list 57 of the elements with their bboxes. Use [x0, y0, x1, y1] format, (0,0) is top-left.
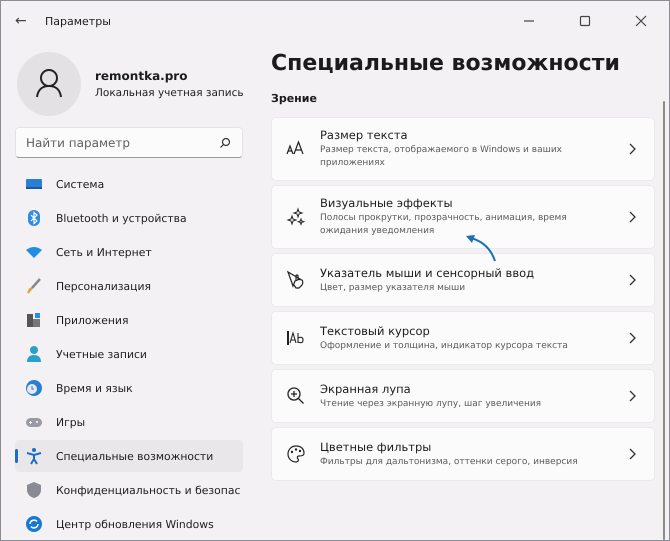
- sidebar-item[interactable]: Центр обновления Windows: [15, 508, 243, 540]
- chevron-icon: [628, 448, 636, 460]
- card-title: Цветные фильтры: [320, 440, 432, 454]
- card-title: Текстовый курсор: [320, 324, 431, 338]
- sidebar-item[interactable]: Персонализация: [15, 270, 243, 302]
- search-field[interactable]: Найти параметр: [15, 127, 243, 158]
- settings-card[interactable]: Визуальные эффекты Полосы прокрутки, прозрачность, анимация, время ожидания уведомления: [271, 185, 655, 250]
- sidebar-item[interactable]: Время и язык: [15, 372, 243, 404]
- sidebar-item[interactable]: Система: [15, 168, 243, 200]
- settings-card[interactable]: Размер текста Размер текста, отображаемого в Windows и ваших приложениях: [271, 117, 655, 182]
- chevron-icon: [628, 390, 636, 402]
- card-description: Размер текста, отображаемого в Windows и ваших приложениях: [320, 144, 563, 170]
- card-title: Указатель мыши и сенсорный ввод: [320, 266, 536, 280]
- settings-card[interactable]: Указатель мыши и сенсорный ввод Цвет, размер указателя мыши: [271, 253, 655, 308]
- magnifier-icon: [286, 386, 306, 406]
- card-description: Полосы прокрутки, прозрачность, анимация, время ожидания уведомления: [320, 212, 568, 238]
- shield-icon: [25, 481, 43, 499]
- sidebar-item[interactable]: Специальные возможности: [15, 440, 243, 472]
- card-description: Оформление и толщина, индикатор курсора текста: [320, 340, 569, 353]
- profile-name: remontka.pro: [95, 69, 188, 83]
- chevron-icon: [628, 211, 636, 224]
- palette-icon: [286, 444, 306, 464]
- access-icon: [25, 447, 43, 465]
- sidebar-item[interactable]: Сеть и Интернет: [15, 236, 243, 268]
- card-title: Размер текста: [320, 128, 409, 142]
- section-heading: Зрение: [271, 92, 318, 105]
- card-description: Чтение через экранную лупу, шаг увеличения: [320, 398, 542, 411]
- settings-card[interactable]: Экранная лупа Чтение через экранную лупу, шаг увеличения: [271, 369, 655, 424]
- settings-card[interactable]: Текстовый курсор Оформление и толщина, индикатор курсора текста: [271, 311, 655, 366]
- card-title: Экранная лупа: [320, 382, 412, 396]
- card-description: Фильтры для дальтонизма, оттенки серого, инверсия: [320, 456, 579, 469]
- sidebar-item[interactable]: Учетные записи: [15, 338, 243, 370]
- chevron-icon: [628, 332, 636, 344]
- chevron-icon: [628, 274, 636, 286]
- apps-icon: [25, 311, 43, 329]
- person-icon: [25, 345, 43, 363]
- account-type: Локальная учетная запись: [95, 87, 244, 99]
- sidebar-item[interactable]: Bluetooth и устройства: [15, 202, 243, 234]
- pointer-icon: [286, 270, 306, 290]
- bluetooth-icon: [25, 209, 43, 227]
- settings-card[interactable]: Цветные фильтры Фильтры для дальтонизма, оттенки серого, инверсия: [271, 427, 655, 482]
- update-icon: [25, 515, 43, 533]
- window-title: Параметры: [45, 14, 111, 28]
- avatar-icon[interactable]: [17, 52, 81, 116]
- card-title: Визуальные эффекты: [320, 196, 454, 210]
- brush-icon: [25, 277, 43, 295]
- sidebar-item[interactable]: Приложения: [15, 304, 243, 336]
- chevron-icon: [628, 143, 636, 156]
- sidebar-item[interactable]: Конфиденциальность и безопас: [15, 474, 243, 506]
- sparkle-icon: [286, 207, 306, 228]
- page-title: Специальные возможности: [271, 51, 621, 76]
- back-button[interactable]: ←: [15, 13, 45, 29]
- card-description: Цвет, размер указателя мыши: [320, 282, 466, 295]
- maximize-icon[interactable]: [579, 15, 591, 27]
- search-icon: [219, 137, 231, 149]
- close-icon[interactable]: [635, 15, 647, 27]
- sidebar-item[interactable]: Игры: [15, 406, 243, 438]
